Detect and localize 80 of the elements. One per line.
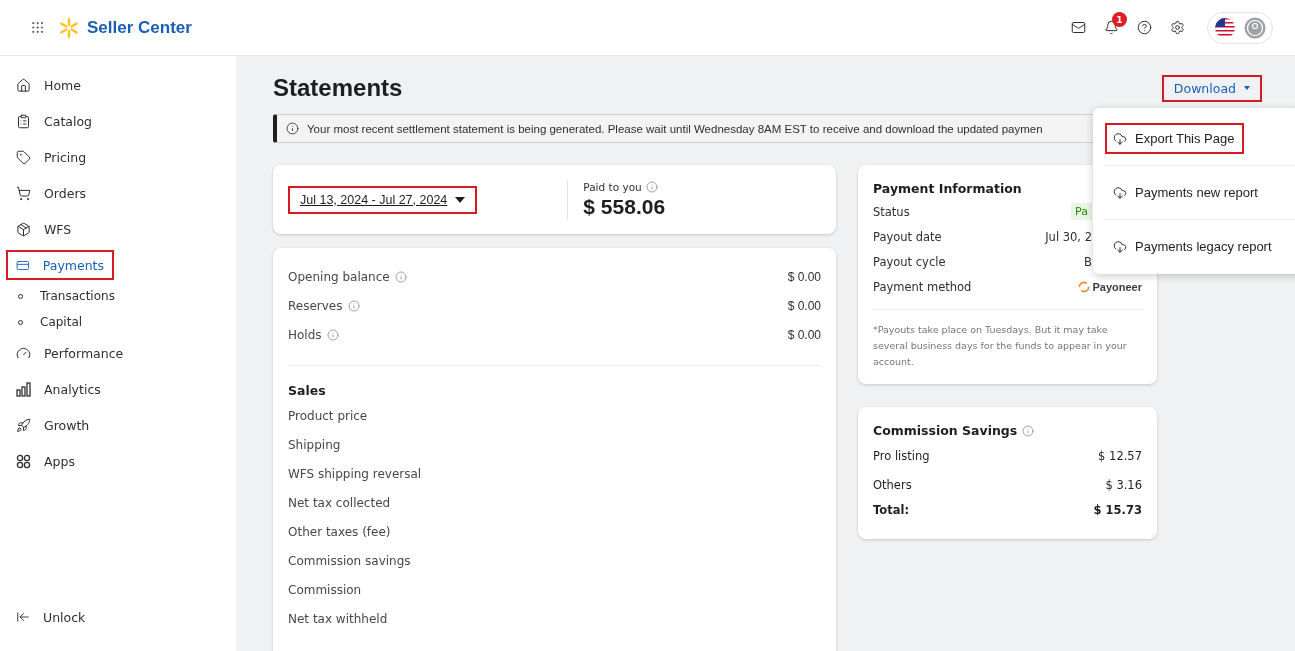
paid-label: Paid to you [583, 180, 642, 193]
cloud-download-icon [1113, 239, 1127, 254]
notice-text: Your most recent settlement statement is being generated. Please wait until Wednesday 8AM EST to receive and download the updated paymen [307, 122, 1043, 135]
apps-icon [16, 453, 31, 469]
row-label: Payout cycle [873, 254, 946, 269]
row-label: Payment method [873, 279, 972, 294]
row-label: Commission [288, 582, 362, 597]
cart-icon [16, 185, 31, 201]
bell-icon[interactable] [1104, 20, 1119, 35]
row-label: Commission savings [288, 553, 411, 568]
payment-logo: Payoneer [1078, 280, 1142, 293]
row-label: Others [873, 477, 912, 492]
row-value: $ 0.00 [787, 327, 821, 342]
flag-icon[interactable] [1214, 16, 1236, 39]
card-title: Payment Information [873, 181, 1022, 196]
info-icon [645, 180, 658, 193]
row-label: Net tax collected [288, 495, 391, 510]
cloud-download-icon [1113, 131, 1127, 146]
help-icon[interactable] [1137, 20, 1152, 35]
row-value: Jul 30, 2 [1045, 229, 1092, 244]
cloud-download-icon [1113, 185, 1127, 200]
nav-item[interactable]: Growth [6, 410, 230, 440]
download-button[interactable]: Download [1161, 74, 1262, 102]
row-label: Total: [873, 503, 910, 517]
avatar-icon [1244, 16, 1266, 39]
info-icon [326, 328, 339, 341]
row-label: Shipping [288, 437, 341, 452]
gauge-icon [16, 345, 31, 361]
info-icon [286, 122, 299, 135]
box-icon [16, 221, 31, 237]
nav-item[interactable]: WFS [6, 214, 230, 244]
row-value: $ 12.57 [1098, 448, 1142, 463]
section-title: Sales [288, 381, 327, 400]
date-range-picker[interactable]: Jul 13, 2024 - Jul 27, 2024 [288, 185, 478, 214]
nav-item[interactable]: Home [6, 70, 230, 100]
tag-icon [16, 149, 31, 165]
list-icon [16, 113, 31, 129]
nav-item[interactable]: Analytics [6, 374, 230, 404]
nav-subitem[interactable]: Capital [6, 309, 230, 335]
card-title: Commission Savings [873, 423, 1018, 438]
app-grid-icon[interactable] [30, 20, 45, 35]
page-title: Statements [273, 74, 403, 102]
row-label: Reserves [288, 298, 343, 313]
info-icon [1022, 424, 1035, 437]
rocket-icon [16, 417, 31, 433]
collapse-icon [16, 610, 30, 624]
notification-badge: 1 [1112, 12, 1127, 27]
row-value: $ 3.16 [1105, 477, 1142, 492]
row-value: $ 15.73 [1093, 503, 1142, 517]
info-icon [347, 299, 360, 312]
nav-item[interactable]: Apps [6, 446, 230, 476]
nav-item[interactable]: Performance [6, 338, 230, 368]
info-icon [394, 270, 407, 283]
nav-item[interactable]: Catalog [6, 106, 230, 136]
row-label: Product price [288, 408, 368, 423]
row-label: Net tax withheld [288, 611, 388, 626]
row-value: $ 0.00 [787, 269, 821, 284]
row-label: Holds [288, 327, 322, 342]
row-label: Status [873, 204, 910, 219]
row-label: Opening balance [288, 269, 390, 284]
unlock-item[interactable]: Unlock [6, 602, 230, 632]
nav-item[interactable]: Orders [6, 178, 230, 208]
brand-name: Seller Center [87, 17, 192, 38]
row-value: B [1084, 254, 1092, 269]
nav-item[interactable]: Pricing [6, 142, 230, 172]
payout-note: *Payouts take place on Tuesdays. But it may take several business days for the funds to appear in your account. [873, 309, 1142, 370]
home-icon [16, 77, 31, 93]
mail-icon[interactable] [1071, 20, 1086, 35]
row-label: Pro listing [873, 448, 930, 463]
status-badge: Pa [1071, 203, 1092, 220]
row-label: Other taxes (fee) [288, 524, 391, 539]
row-label: Payout date [873, 229, 942, 244]
nav-subitem[interactable]: Transactions [6, 283, 230, 309]
row-label: WFS shipping reversal [288, 466, 422, 481]
row-value: $ 0.00 [787, 298, 821, 313]
spark-logo-icon [59, 17, 79, 38]
paid-amount: $ 558.06 [583, 194, 666, 219]
settings-icon[interactable] [1170, 20, 1185, 35]
nav-item[interactable]: Payments [6, 250, 114, 280]
bar-chart-icon [16, 381, 31, 397]
